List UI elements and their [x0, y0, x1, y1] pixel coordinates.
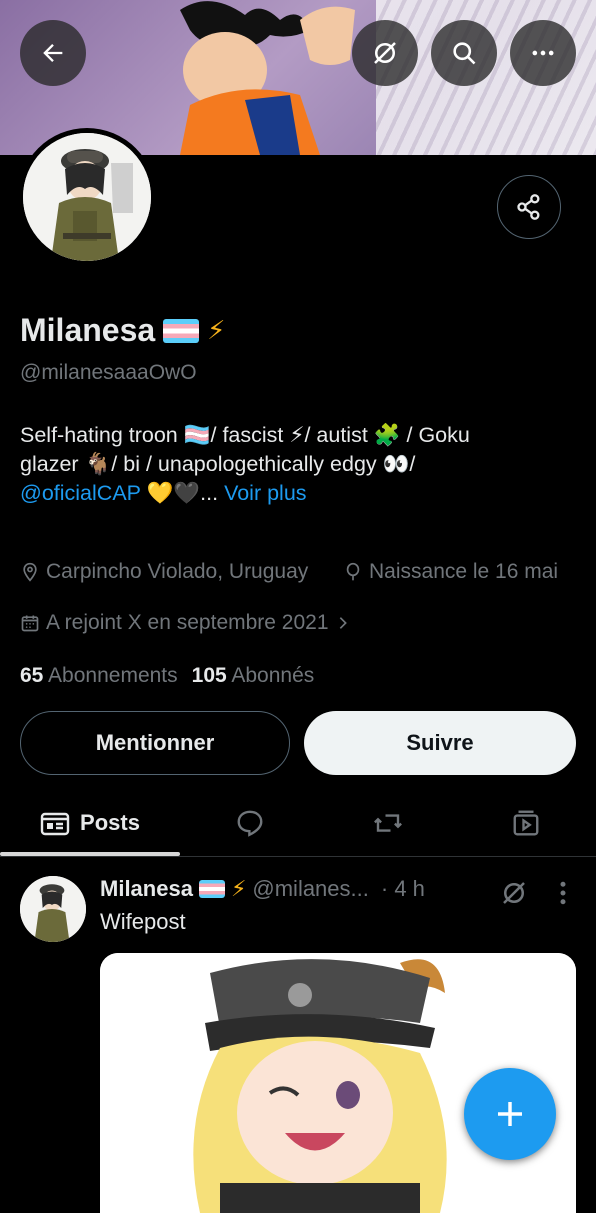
birthday-text: Naissance le 16 mai	[369, 560, 559, 583]
grok-icon	[374, 42, 396, 64]
profile-name: Milanesa ⚡	[20, 312, 225, 349]
repost-icon	[374, 814, 402, 832]
search-icon	[453, 42, 476, 65]
grok-icon[interactable]	[499, 878, 529, 908]
share-button[interactable]	[497, 175, 561, 239]
compose-button[interactable]	[464, 1068, 556, 1160]
more-icon	[532, 50, 554, 56]
profile-joined[interactable]: A rejoint X en septembre 2021	[20, 611, 351, 635]
avatar-image	[23, 133, 151, 261]
post-author-handle[interactable]: @milanes...	[252, 876, 368, 902]
lightning-icon: ⚡	[230, 876, 247, 901]
media-icon	[513, 810, 539, 836]
location-pin-icon	[23, 562, 37, 582]
trans-flag-icon	[198, 880, 225, 898]
share-icon	[517, 194, 540, 220]
tab-media[interactable]	[486, 790, 566, 856]
following-link[interactable]: 65 Abonnements	[20, 664, 178, 688]
location-text: Carpincho Violado, Uruguay	[46, 560, 309, 583]
joined-text: A rejoint X en septembre 2021	[46, 611, 329, 634]
profile-bio: Self-hating troon 🏳️‍⚧️/ fascist ⚡/ auti…	[20, 421, 580, 508]
post-time[interactable]: · 4 h	[381, 876, 425, 902]
following-label: Abonnements	[48, 664, 178, 687]
arrow-left-icon	[43, 44, 63, 62]
bio-line-1: Self-hating troon 🏳️‍⚧️/ fascist ⚡/ auti…	[20, 423, 470, 447]
profile-name-text: Milanesa	[20, 312, 156, 348]
tab-posts[interactable]: Posts	[0, 790, 180, 856]
profile-avatar[interactable]	[18, 128, 156, 266]
lightning-icon: ⚡	[207, 315, 226, 345]
reply-icon	[237, 810, 263, 837]
profile-handle: @milanesaaaOwO	[20, 361, 197, 384]
trans-flag-icon	[163, 318, 200, 343]
profile-tabs: Posts	[0, 790, 596, 857]
back-button[interactable]	[20, 20, 86, 86]
tab-replies[interactable]	[210, 790, 290, 856]
profile-location: Carpincho Violado, Uruguay	[20, 560, 308, 584]
bio-mention-emojis: 💛🖤...	[146, 481, 219, 505]
followers-count: 105	[191, 664, 227, 687]
post-header: Milanesa ⚡ @milanes... · 4 h	[100, 876, 425, 902]
follow-button[interactable]: Suivre	[304, 711, 576, 775]
bio-mention-link[interactable]: @oficialCAP	[20, 481, 141, 505]
following-count: 65	[20, 664, 44, 687]
bio-line-2: glazer 🐐/ bi / unapologethically edgy 👀/	[20, 452, 416, 476]
grok-button[interactable]	[352, 20, 418, 86]
chevron-right-icon	[339, 617, 347, 629]
post-more-icon[interactable]	[552, 878, 574, 908]
see-more-link[interactable]: Voir plus	[224, 481, 306, 505]
followers-label: Abonnés	[231, 664, 315, 687]
tab-reposts[interactable]	[348, 790, 428, 856]
profile-counts: 65 Abonnements 105 Abonnés	[20, 664, 314, 688]
post-author-avatar[interactable]	[20, 876, 86, 942]
post-text: Wifepost	[100, 909, 186, 934]
calendar-icon	[21, 615, 39, 632]
balloon-icon	[346, 562, 360, 581]
tab-posts-label: Posts	[80, 810, 140, 835]
more-button[interactable]	[510, 20, 576, 86]
tab-active-indicator	[0, 852, 180, 856]
search-button[interactable]	[431, 20, 497, 86]
posts-icon	[40, 812, 70, 836]
followers-link[interactable]: 105 Abonnés	[192, 664, 315, 688]
profile-birthday: Naissance le 16 mai	[343, 560, 558, 584]
post-author-name[interactable]: Milanesa	[100, 876, 193, 902]
plus-icon	[498, 1102, 522, 1126]
mention-button[interactable]: Mentionner	[20, 711, 290, 775]
bio-line-3: @oficialCAP 💛🖤... Voir plus	[20, 479, 580, 508]
